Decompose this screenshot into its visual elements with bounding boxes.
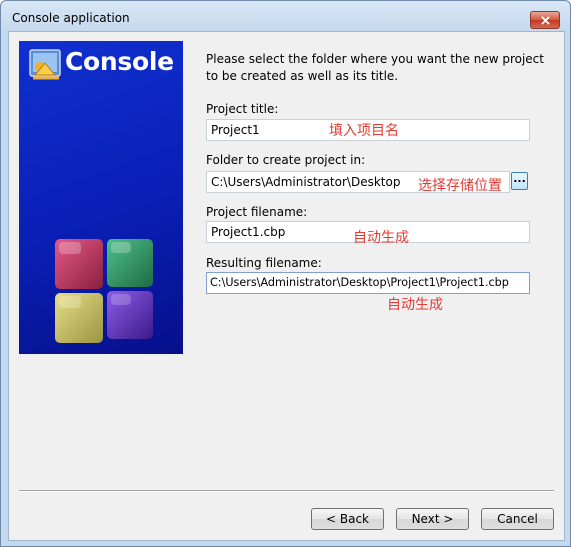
- wizard-banner: Console: [19, 41, 183, 354]
- project-filename-annotation: 自动生成: [353, 230, 409, 246]
- cancel-button[interactable]: Cancel: [481, 508, 554, 530]
- close-button[interactable]: [530, 11, 560, 29]
- resulting-filename-annotation: 自动生成: [387, 297, 443, 313]
- colored-cubes-icon: [55, 239, 153, 343]
- resulting-filename-input[interactable]: C:\Users\Administrator\Desktop\Project1\…: [206, 272, 530, 294]
- project-title-label: Project title:: [206, 102, 279, 116]
- button-separator: [19, 490, 554, 492]
- wizard-content: Please select the folder where you want …: [206, 32, 558, 352]
- dialog-window: Console application Console Please selec…: [0, 0, 571, 547]
- folder-label: Folder to create project in:: [206, 153, 366, 167]
- resulting-filename-label: Resulting filename:: [206, 256, 322, 270]
- intro-text: Please select the folder where you want …: [206, 52, 544, 83]
- folder-annotation: 选择存储位置: [418, 178, 502, 194]
- banner-title: Console: [65, 47, 174, 76]
- codeblocks-logo-icon: [29, 49, 61, 80]
- project-title-annotation: 填入项目名: [329, 123, 399, 139]
- window-title: Console application: [12, 11, 130, 25]
- title-bar[interactable]: Console application: [1, 1, 570, 35]
- browse-folder-button[interactable]: ...: [511, 172, 528, 190]
- wizard-client-area: Console Please select the folder where y…: [8, 31, 565, 541]
- close-icon: [540, 15, 550, 25]
- back-button[interactable]: < Back: [311, 508, 384, 530]
- project-filename-label: Project filename:: [206, 205, 308, 219]
- next-button[interactable]: Next >: [396, 508, 469, 530]
